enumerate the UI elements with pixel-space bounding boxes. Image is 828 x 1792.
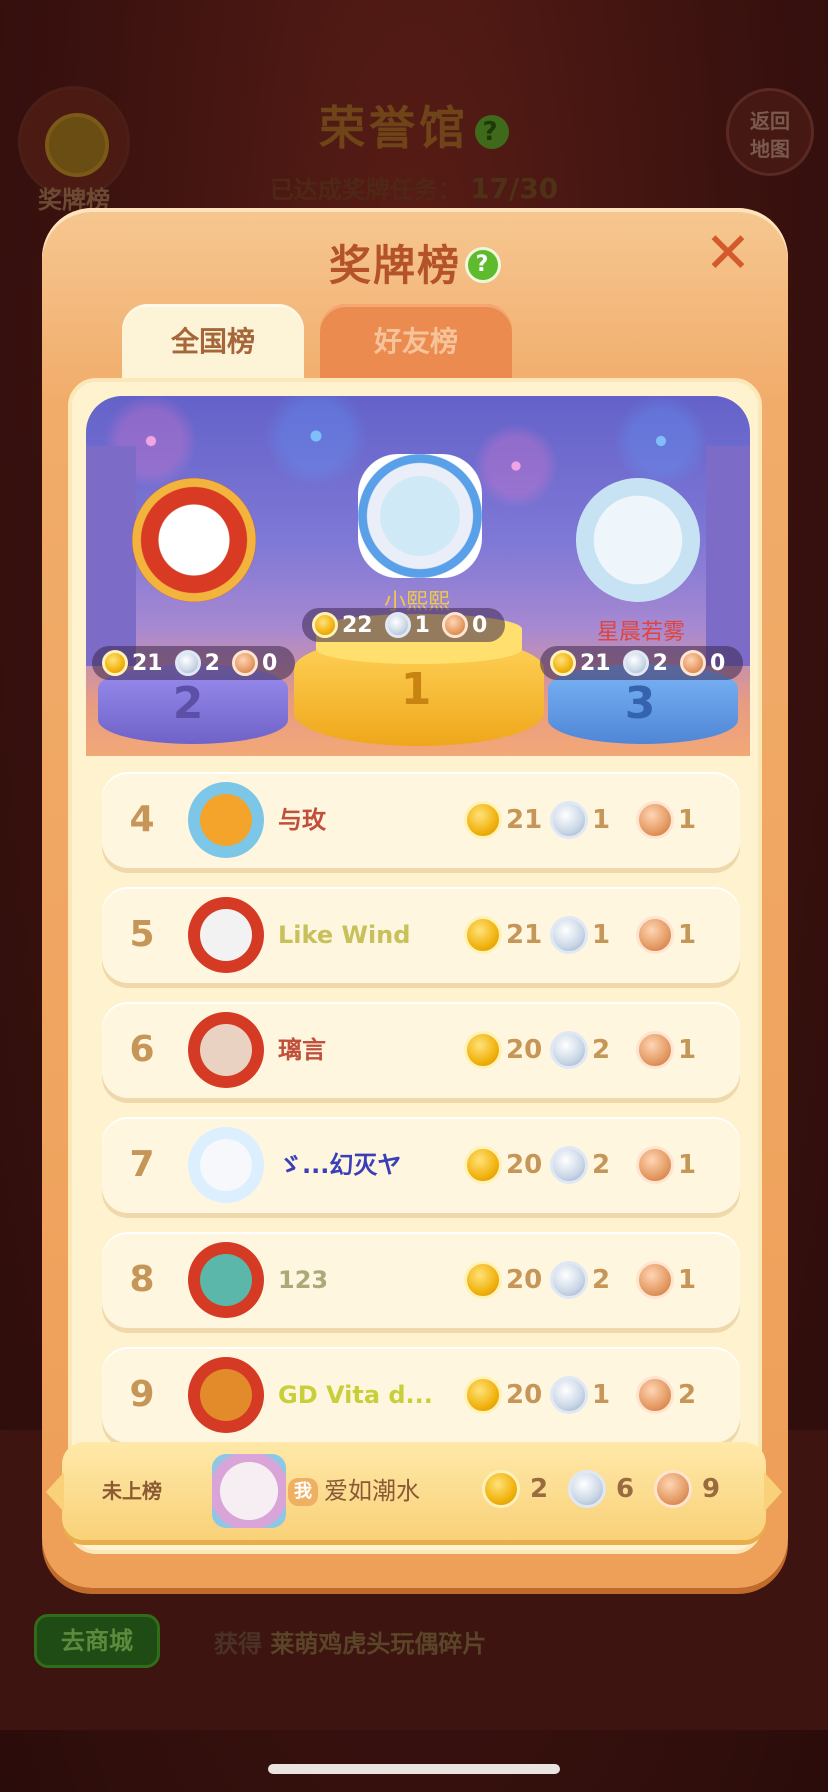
avatar[interactable] bbox=[576, 478, 700, 602]
gold-medal-icon bbox=[312, 612, 338, 638]
row-medals: 20 2 1 bbox=[464, 1141, 722, 1189]
gold-medal-icon bbox=[464, 1146, 502, 1184]
row-medals: 21 1 1 bbox=[464, 911, 722, 959]
row-medals: 20 1 2 bbox=[464, 1371, 722, 1419]
avatar bbox=[188, 782, 264, 858]
bronze-medal-icon bbox=[636, 1261, 674, 1299]
back-to-map-button[interactable]: 返回 地图 bbox=[726, 88, 814, 176]
help-icon: ? bbox=[475, 114, 509, 149]
help-icon[interactable]: ? bbox=[465, 246, 501, 283]
podium-medals-first: 22 1 0 bbox=[302, 608, 506, 642]
row-medals: 20 2 1 bbox=[464, 1026, 722, 1074]
row-rank: 5 bbox=[129, 914, 155, 955]
bronze-medal-icon bbox=[231, 650, 258, 676]
gold-medal-icon bbox=[464, 801, 502, 839]
row-rank: 7 bbox=[129, 1144, 155, 1185]
gold-medal-icon bbox=[482, 1470, 520, 1508]
bronze-medal-icon bbox=[636, 916, 674, 954]
row-rank: 4 bbox=[129, 799, 155, 840]
silver-medal-icon bbox=[174, 650, 201, 676]
gold-medal-icon bbox=[464, 1376, 502, 1414]
row-name: ゞ...幻灭ヤ bbox=[278, 1151, 402, 1179]
house-decoration bbox=[86, 446, 136, 666]
row-medals: 20 2 1 bbox=[464, 1256, 722, 1304]
gold-medal-icon bbox=[102, 650, 128, 676]
avatar bbox=[188, 897, 264, 973]
row-name: 璃言 bbox=[278, 1036, 326, 1064]
silver-medal-icon bbox=[550, 916, 588, 954]
silver-medal-icon bbox=[550, 1376, 588, 1414]
modal-title: 奖牌榜? bbox=[42, 232, 788, 293]
avatar bbox=[188, 1357, 264, 1433]
row-name: 与玫 bbox=[278, 806, 326, 834]
rank-3-number: 3 bbox=[624, 678, 656, 729]
row-rank: 8 bbox=[129, 1259, 155, 1300]
silver-medal-icon bbox=[550, 1261, 588, 1299]
close-icon[interactable]: ✕ bbox=[704, 226, 752, 282]
bronze-medal-icon bbox=[679, 650, 706, 676]
row-rank: 9 bbox=[129, 1374, 155, 1415]
table-row[interactable]: 4 与玫 21 1 1 bbox=[102, 772, 740, 868]
rank-1-number: 1 bbox=[400, 664, 432, 715]
silver-medal-icon bbox=[550, 801, 588, 839]
silver-medal-icon bbox=[384, 612, 411, 638]
bronze-medal-icon bbox=[636, 801, 674, 839]
silver-medal-icon bbox=[550, 1146, 588, 1184]
gold-medal-icon bbox=[464, 1261, 502, 1299]
silver-medal-icon bbox=[622, 650, 649, 676]
row-name: 123 bbox=[278, 1266, 329, 1294]
firework-decoration bbox=[256, 396, 376, 496]
row-name: GD Vita d... bbox=[278, 1381, 433, 1409]
podium-medals-second: 21 2 0 bbox=[92, 646, 296, 680]
row-medals: 21 1 1 bbox=[464, 796, 722, 844]
avatar[interactable] bbox=[358, 454, 482, 578]
my-name: 爱如潮水 bbox=[324, 1477, 420, 1505]
gold-medal-icon bbox=[550, 650, 576, 676]
gold-medal-icon bbox=[464, 916, 502, 954]
go-shop-button[interactable]: 去商城 bbox=[34, 1614, 160, 1668]
me-badge: 我 bbox=[288, 1478, 318, 1506]
home-indicator bbox=[268, 1764, 560, 1774]
bronze-medal-icon bbox=[441, 612, 468, 638]
tab-national[interactable]: 全国榜 bbox=[122, 304, 304, 384]
gold-medal-icon bbox=[464, 1031, 502, 1069]
avatar bbox=[188, 1127, 264, 1203]
rank-2-number: 2 bbox=[172, 678, 204, 729]
bronze-medal-icon bbox=[654, 1470, 692, 1508]
leaderboard-panel: 2 1 3 小熙熙 星晨若雾 22 1 0 21 2 0 21 2 0 4 与玫… bbox=[68, 378, 762, 1554]
bronze-medal-icon bbox=[636, 1031, 674, 1069]
row-name: Like Wind bbox=[278, 921, 411, 949]
avatar bbox=[188, 1012, 264, 1088]
bronze-medal-icon bbox=[636, 1146, 674, 1184]
table-row[interactable]: 6 璃言 20 2 1 bbox=[102, 1002, 740, 1098]
my-rank-status: 未上榜 bbox=[102, 1479, 162, 1503]
silver-medal-icon bbox=[550, 1031, 588, 1069]
row-rank: 6 bbox=[129, 1029, 155, 1070]
avatar[interactable] bbox=[132, 478, 256, 602]
tab-friends[interactable]: 好友榜 bbox=[320, 304, 512, 384]
podium-scene: 2 1 3 小熙熙 星晨若雾 22 1 0 21 2 0 21 2 0 bbox=[86, 396, 750, 756]
table-row[interactable]: 9 GD Vita d... 20 1 2 bbox=[102, 1347, 740, 1443]
my-medals: 2 6 9 bbox=[482, 1470, 740, 1508]
bronze-medal-icon bbox=[636, 1376, 674, 1414]
silver-medal-icon bbox=[568, 1470, 606, 1508]
table-row[interactable]: 5 Like Wind 21 1 1 bbox=[102, 887, 740, 983]
table-row[interactable]: 8 123 20 2 1 bbox=[102, 1232, 740, 1328]
my-rank-row[interactable]: 未上榜 我 爱如潮水 2 6 9 bbox=[46, 1442, 782, 1540]
avatar bbox=[212, 1454, 286, 1528]
avatar bbox=[188, 1242, 264, 1318]
table-row[interactable]: 7 ゞ...幻灭ヤ 20 2 1 bbox=[102, 1117, 740, 1213]
medal-leaderboard-modal: 奖牌榜? ✕ 全国榜 好友榜 2 1 3 小熙熙 星晨若雾 22 1 0 21 … bbox=[42, 208, 788, 1588]
reward-text: 获得 莱萌鸡虎头玩偶碎片 bbox=[214, 1630, 487, 1658]
honor-hall-title: 荣誉馆? bbox=[0, 92, 828, 158]
podium-medals-third: 21 2 0 bbox=[540, 646, 744, 680]
task-progress: 已达成奖牌任务： 17/30 bbox=[269, 172, 559, 205]
podium-name-third: 星晨若雾 bbox=[596, 620, 685, 645]
